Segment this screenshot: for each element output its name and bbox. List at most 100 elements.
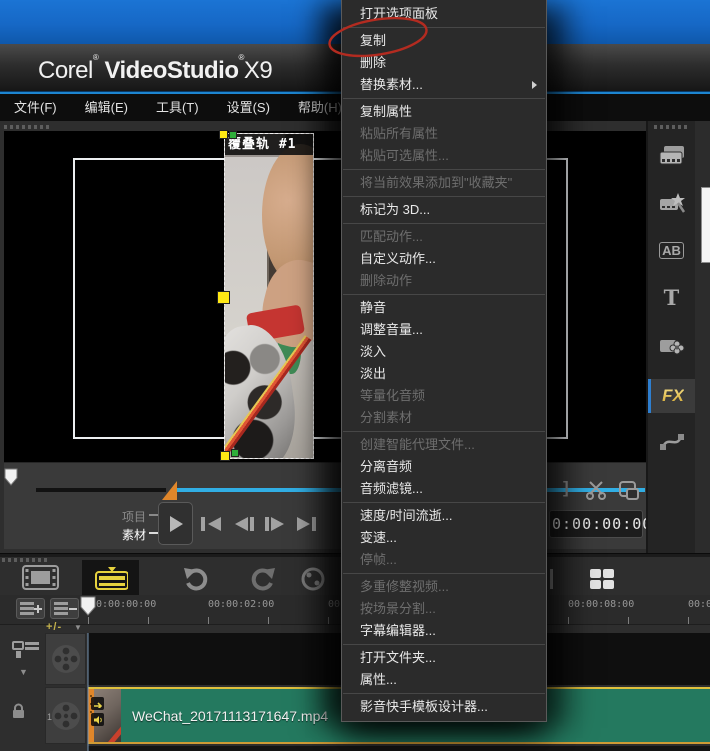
menubar-item-1[interactable]: 编辑(E) [71,94,142,121]
context-menu-item[interactable]: 淡入 [342,341,546,363]
remove-track-button[interactable] [50,598,79,619]
sidebar-item-title[interactable]: T [648,281,695,313]
context-menu-item[interactable]: 变速... [342,527,546,549]
timeline-playhead-line[interactable] [87,633,89,751]
sidebar-item-instant-project[interactable] [648,187,695,219]
resize-handle[interactable] [217,291,230,304]
redo-button[interactable] [247,566,277,597]
trim-handle-orange[interactable] [162,481,177,500]
rotate-handle[interactable] [229,131,237,139]
collapse-tracks-icon[interactable]: ▼ [19,667,28,677]
context-menu-item[interactable]: 替换素材... [342,74,546,96]
play-button[interactable] [158,502,193,545]
rotate-handle[interactable] [231,449,239,457]
context-menu-item[interactable]: 分离音频 [342,456,546,478]
clip-audio-badge [91,713,104,726]
context-menu-item[interactable]: 速度/时间流逝... [342,505,546,527]
context-menu-item[interactable]: 标记为 3D... [342,199,546,221]
track-zoom-dropdown-icon[interactable]: ▼ [74,623,82,632]
timeline-icon [94,566,128,590]
timeline-view-button-selected[interactable] [82,560,139,595]
menu-separator [343,196,545,197]
context-menu-item[interactable]: 删除 [342,52,546,74]
clip-mode-toggle[interactable]: 素材 [122,526,146,543]
context-menu-item: 按场景分割... [360,601,436,616]
go-to-start-button[interactable] [197,513,224,535]
library-panel-edge [695,121,710,553]
track-add-icon [20,602,42,615]
track-zoom-controls[interactable]: +/- [46,621,62,633]
resize-handle[interactable] [219,130,228,139]
context-menu-item[interactable]: 淡出 [342,363,546,385]
ruler-playhead-pin[interactable] [80,596,97,617]
project-mode-toggle[interactable]: 项目 [122,508,146,525]
context-menu-item: 创建智能代理文件... [360,437,475,452]
context-menu-item[interactable]: 属性... [342,669,546,691]
sidebar-item-motion-path[interactable] [648,426,695,458]
menubar-item-3[interactable]: 设置(S) [213,94,284,121]
context-menu-item[interactable]: 字幕编辑器... [342,620,546,642]
lock-icon [13,703,24,718]
sidebar-item-media[interactable] [648,139,695,171]
context-menu-item[interactable]: 自定义动作... [342,248,546,270]
videostudio-app: Corel® VideoStudio®X9 文件(F) 编辑(E) 工具(T) 设置(… [0,0,710,751]
menu-separator [343,573,545,574]
context-menu-item[interactable]: 调整音量... [342,319,546,341]
preview-video-area [4,131,646,462]
split-clip-button[interactable] [586,480,608,505]
context-menu-item[interactable]: 复制属性 [342,101,546,123]
library-thumbnail[interactable] [701,187,710,263]
scrub-bar[interactable] [4,462,646,503]
next-track-lane[interactable] [88,746,710,751]
context-menu-item: 粘贴所有属性 [360,126,439,141]
sidebar-item-filter-selected[interactable]: FX [648,379,695,413]
filter-fx-glyph: FX [662,386,684,405]
record-capture-button[interactable] [300,566,326,597]
submenu-arrow-icon [532,81,537,89]
context-menu-item: 多重修整视频... [360,579,449,594]
context-menu-item: 粘贴可选属性... [360,148,449,163]
panel-grip[interactable] [654,125,690,129]
menu-separator [343,169,545,170]
instant-project-icon [659,193,685,213]
grid-icon [590,569,614,589]
context-menu-item[interactable]: 打开选项面板 [342,3,546,25]
menubar-item-0[interactable]: 文件(F) [0,94,71,121]
track-lock-button[interactable] [11,703,27,724]
sidebar-item-graphic[interactable] [648,329,695,361]
scrub-playhead-pin[interactable] [4,468,19,487]
overlay-clip-preview[interactable]: 覆叠轨 #1 [224,133,314,459]
menu-separator [343,693,545,694]
context-menu-item[interactable]: 音频滤镜... [342,478,546,500]
add-track-button[interactable] [16,598,45,619]
menu-separator [343,644,545,645]
mark-out-button[interactable]: ] [563,478,569,498]
ripple-edit-button[interactable] [12,640,40,665]
context-menu-item[interactable]: 影音快手模板设计器... [342,696,546,718]
panel-grip[interactable] [4,125,50,129]
enlarge-preview-button[interactable] [617,480,641,507]
scrub-track-elapsed[interactable] [36,488,166,492]
scissors-icon [586,481,606,500]
context-menu-item-annotated[interactable]: 复制 [342,30,546,52]
next-frame-button[interactable] [261,513,288,535]
context-menu-item[interactable]: 静音 [342,297,546,319]
go-to-end-button[interactable] [292,513,319,535]
panel-grip[interactable] [2,558,48,562]
logo-product: VideoStudio [104,57,239,84]
resize-handle[interactable] [220,451,230,461]
menubar-item-2[interactable]: 工具(T) [142,94,213,121]
overlay-track-label: 覆叠轨 #1 [225,134,313,155]
sidebar-item-transition[interactable]: AB [648,234,695,266]
video-track-header[interactable] [45,633,86,685]
storyboard-view-button[interactable] [22,564,59,596]
undo-button[interactable] [182,566,212,597]
track-link-icon [12,641,39,658]
timecode-display[interactable]: 0:00:00:00 [549,510,666,538]
context-menu-item[interactable]: 打开文件夹... [342,647,546,669]
grid-view-button[interactable] [588,567,616,596]
previous-frame-button[interactable] [230,513,257,535]
registered-mark: ® [92,53,99,62]
transition-ab-glyph: AB [659,241,684,259]
library-nav-sidebar: AB T FX [648,121,695,553]
